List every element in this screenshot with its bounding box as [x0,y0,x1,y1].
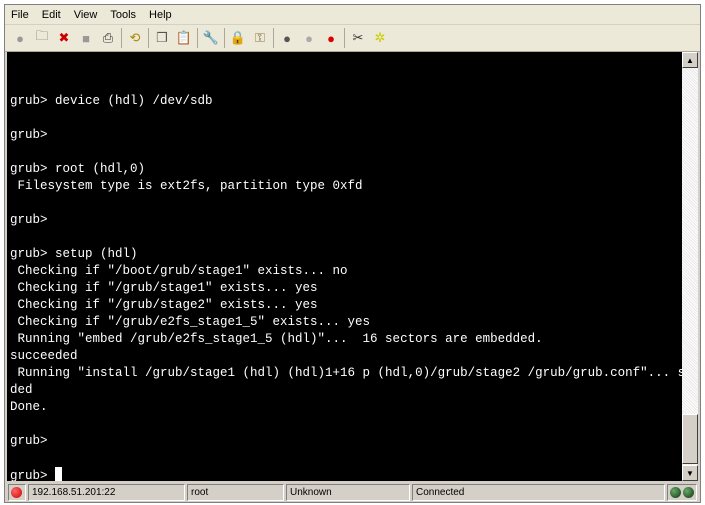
cursor [55,467,63,481]
status-host: 192.168.51.201:22 [28,484,185,501]
reconnect-icon[interactable]: ⟲ [126,29,144,47]
terminal-line: grub> setup (hdl) [10,247,138,261]
menu-file[interactable]: File [11,9,29,21]
terminal-line: Checking if "/grub/e2fs_stage1_5" exists… [10,315,371,329]
terminal-line: Checking if "/boot/grub/stage1" exists..… [10,264,348,278]
terminal-line: Checking if "/grub/stage2" exists... yes [10,298,318,312]
rx-led-icon [670,487,681,498]
terminal-line: Running "embed /grub/e2fs_stage1_5 (hdl)… [10,332,543,346]
terminal-line: Checking if "/grub/stage1" exists... yes [10,281,318,295]
menu-help[interactable]: Help [149,9,172,21]
disconnect-icon[interactable]: ✖ [55,29,73,47]
toolbar-separator [344,28,345,48]
stop-icon[interactable]: ● [300,29,318,47]
scroll-up-button[interactable]: ▲ [682,52,698,68]
toolbar-separator [224,28,225,48]
scroll-thumb[interactable] [682,414,698,464]
terminal-line: grub> [10,128,48,142]
toolbar: ● 🗀 ✖ ■ ⎙ ⟲ ❐ 📋 🔧 🔒 ⚿ ● ● ● ✂ ✲ [5,25,700,52]
record-icon[interactable]: ● [278,29,296,47]
tools-icon[interactable]: ✂ [349,29,367,47]
terminal-line: grub> [10,434,48,448]
toolbar-separator [148,28,149,48]
stars-icon[interactable]: ✲ [371,29,389,47]
tx-led-icon [683,487,694,498]
status-terminal-type: Unknown [286,484,410,501]
terminal-line: succeeded [10,349,78,363]
terminal-line: grub> root (hdl,0) [10,162,146,176]
prompt: grub> [10,469,56,481]
status-user: root [187,484,284,501]
settings-wrench-icon[interactable]: 🔧 [202,29,220,47]
record-red-icon[interactable]: ● [322,29,340,47]
toolbar-separator [121,28,122,48]
toolbar-separator [197,28,198,48]
status-connection: Connected [412,484,665,501]
red-status-icon [11,487,22,498]
terminal-line: ded [10,383,33,397]
toolbar-separator [273,28,274,48]
menu-view[interactable]: View [74,9,98,21]
terminal-line: Filesystem type is ext2fs, partition typ… [10,179,363,193]
lock-icon[interactable]: 🔒 [229,29,247,47]
open-folder-icon[interactable]: 🗀 [33,28,51,47]
copy-icon[interactable]: ❐ [153,29,171,47]
connect-icon[interactable]: ● [11,29,29,47]
connection-led [8,484,26,501]
menu-edit[interactable]: Edit [42,9,61,21]
activity-leds [667,484,697,501]
terminal-output[interactable]: grub> device (hdl) /dev/sdb grub> grub> … [7,52,682,481]
terminal-line: Running "install /grub/stage1 (hdl) (hdl… [10,366,683,380]
menu-tools[interactable]: Tools [110,9,136,21]
key-icon[interactable]: ⚿ [251,29,269,47]
menu-bar: File Edit View Tools Help [5,5,700,24]
paste-icon[interactable]: 📋 [175,29,193,47]
terminal-text: grub> device (hdl) /dev/sdb grub> grub> … [10,94,682,448]
scroll-down-button[interactable]: ▼ [682,465,698,481]
vertical-scrollbar[interactable]: ▲ ▼ [682,52,698,481]
terminal-window: File Edit View Tools Help ● 🗀 ✖ ■ ⎙ ⟲ ❐ 📋 🔧 🔒 ⚿ ● ● ● ✂ ✲ g… [4,4,701,503]
status-bar: 192.168.51.201:22 root Unknown Connected [5,483,700,502]
terminal-line: grub> device (hdl) /dev/sdb [10,94,213,108]
print-icon[interactable]: ⎙ [99,29,117,47]
terminal-line: grub> [10,213,48,227]
save-icon[interactable]: ■ [77,29,95,47]
terminal-line: Done. [10,400,48,414]
